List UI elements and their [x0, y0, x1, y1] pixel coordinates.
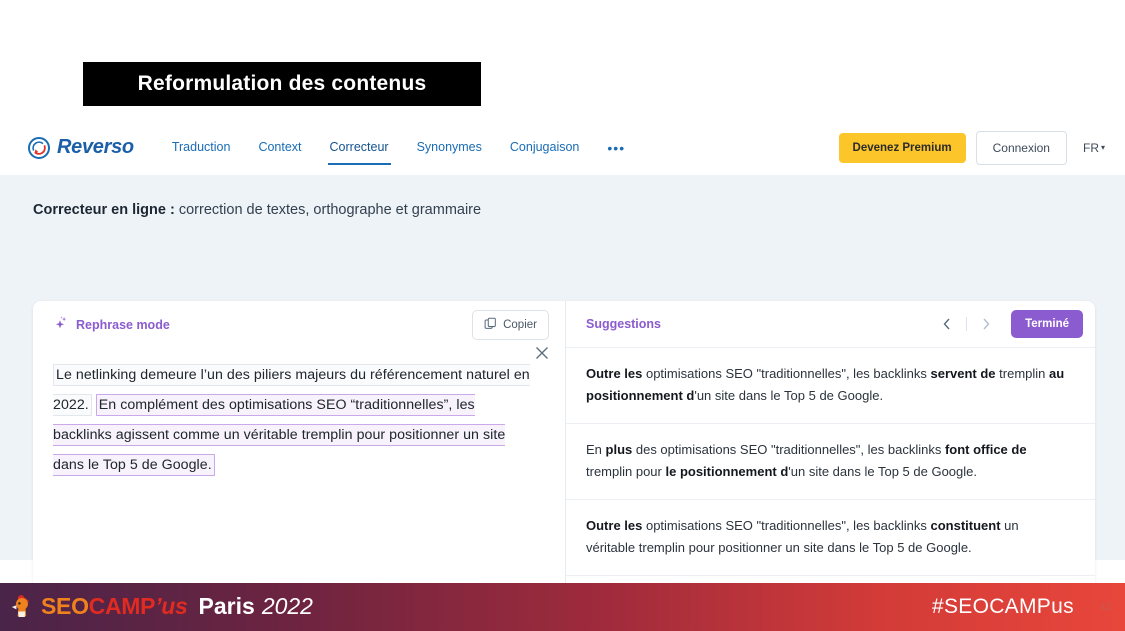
- suggestion-item-1[interactable]: Outre les optimisations SEO "traditionne…: [566, 348, 1095, 424]
- seocamp-logo: SEO CAMP’us Paris 2022: [10, 593, 313, 621]
- editor-panel: Rephrase mode Copier Le netlinking demeu…: [33, 301, 566, 631]
- suggestion-2-seg-0: En: [586, 442, 606, 457]
- logo-seo: SEO: [41, 593, 89, 619]
- logo-year: 2022: [261, 593, 313, 619]
- text-editor[interactable]: Le netlinking demeure l’un des piliers m…: [33, 347, 565, 480]
- suggestions-toolbar: Suggestions Terminé: [566, 301, 1095, 348]
- language-selector[interactable]: FR ▾: [1083, 141, 1105, 155]
- nav-item-synonymes[interactable]: Synonymes: [403, 120, 496, 175]
- suggestion-1-seg-1: optimisations SEO "traditionnelles", les…: [642, 366, 931, 381]
- nav-item-conjugaison[interactable]: Conjugaison: [496, 120, 594, 175]
- reverso-mark-icon: [28, 136, 50, 159]
- page-title: Correcteur en ligne : correction de text…: [33, 202, 481, 218]
- logo-city: Paris: [198, 593, 255, 619]
- suggestion-item-3[interactable]: Outre les optimisations SEO "traditionne…: [566, 500, 1095, 576]
- logo-camp: CAMP’us: [89, 593, 188, 620]
- reverso-screenshot: Reverso Traduction Context Correcteur Sy…: [0, 120, 1125, 631]
- suggestion-3-seg-0: Outre les: [586, 518, 643, 533]
- devenez-premium-button[interactable]: Devenez Premium: [838, 132, 966, 163]
- connexion-button[interactable]: Connexion: [975, 130, 1067, 165]
- editor-text-highlighted: En complément des optimisations SEO “tra…: [53, 394, 506, 476]
- page-title-bold: Correcteur en ligne :: [33, 202, 175, 218]
- sparkle-icon: [53, 315, 69, 334]
- suggestion-1-seg-5: 'un site dans le Top 5 de Google.: [694, 388, 884, 403]
- next-suggestion-icon[interactable]: [973, 311, 999, 337]
- nav-item-correcteur[interactable]: Correcteur: [316, 120, 403, 175]
- nav-item-context[interactable]: Context: [244, 120, 315, 175]
- nav-separator: [966, 317, 968, 331]
- suggestion-1-seg-0: Outre les: [586, 366, 643, 381]
- copy-button[interactable]: Copier: [472, 309, 549, 340]
- conference-footer: SEO CAMP’us Paris 2022 #SEOCAMPus 42: [0, 583, 1125, 631]
- chevron-down-icon: ▾: [1100, 142, 1105, 152]
- event-hashtag: #SEOCAMPus: [931, 595, 1074, 618]
- language-label: FR: [1082, 140, 1099, 155]
- nav-item-traduction[interactable]: Traduction: [158, 120, 245, 175]
- previous-suggestion-icon[interactable]: [934, 311, 960, 337]
- slide-root: Reformulation des contenus Reverso Tradu…: [0, 0, 1125, 631]
- logo-camp-text: CAMP: [88, 593, 156, 619]
- rooster-icon: [10, 593, 36, 621]
- suggestion-2-seg-6: 'un site dans le Top 5 de Google.: [788, 464, 977, 479]
- slide-title-banner: Reformulation des contenus: [83, 62, 481, 106]
- suggestion-3-seg-2: constituent: [930, 518, 1001, 533]
- slide-page-number: 42: [1099, 601, 1111, 613]
- header-actions: Devenez Premium Connexion FR ▾: [838, 130, 1105, 165]
- footer-right-group: #SEOCAMPus 42: [932, 595, 1111, 619]
- site-body: Correcteur en ligne : correction de text…: [0, 175, 1125, 631]
- suggestion-1-seg-3: tremplin: [995, 366, 1050, 381]
- copy-label: Copier: [503, 318, 537, 331]
- editor-content: Le netlinking demeure l’un des piliers m…: [53, 360, 537, 480]
- page-title-rest: correction de textes, orthographe et gra…: [174, 202, 482, 218]
- suggestions-title: Suggestions: [586, 317, 662, 331]
- suggestion-2-seg-2: des optimisations SEO "traditionnelles",…: [632, 442, 945, 457]
- reverso-wordmark: Reverso: [57, 136, 134, 158]
- termine-button[interactable]: Terminé: [1011, 310, 1083, 338]
- suggestion-3-seg-1: optimisations SEO "traditionnelles", les…: [642, 518, 931, 533]
- main-nav: Traduction Context Correcteur Synonymes …: [158, 120, 639, 175]
- suggestions-panel: Suggestions Terminé Outre les optimisati…: [566, 301, 1095, 631]
- editor-toolbar: Rephrase mode Copier: [33, 301, 565, 348]
- suggestion-2-seg-5: le positionnement d: [665, 464, 789, 479]
- suggestion-2-seg-4: tremplin pour: [586, 464, 666, 479]
- suggestion-item-2[interactable]: En plus des optimisations SEO "tradition…: [566, 424, 1095, 500]
- suggestions-nav: Terminé: [934, 310, 1083, 338]
- rephrase-mode-label: Rephrase mode: [76, 317, 170, 332]
- rephrase-mode-button[interactable]: Rephrase mode: [53, 315, 170, 334]
- site-header: Reverso Traduction Context Correcteur Sy…: [0, 120, 1125, 175]
- logo-camp-suffix: ’us: [155, 593, 188, 619]
- close-icon[interactable]: [533, 344, 551, 362]
- copy-icon: [484, 317, 497, 333]
- corrector-card: Rephrase mode Copier Le netlinking demeu…: [33, 301, 1095, 631]
- reverso-logo[interactable]: Reverso: [28, 136, 134, 159]
- suggestion-2-seg-3: font office de: [944, 442, 1027, 457]
- slide-title: Reformulation des contenus: [137, 72, 427, 95]
- more-menu-icon[interactable]: •••: [593, 140, 639, 156]
- suggestion-1-seg-2: servent de: [930, 366, 996, 381]
- suggestion-2-seg-1: plus: [605, 442, 633, 457]
